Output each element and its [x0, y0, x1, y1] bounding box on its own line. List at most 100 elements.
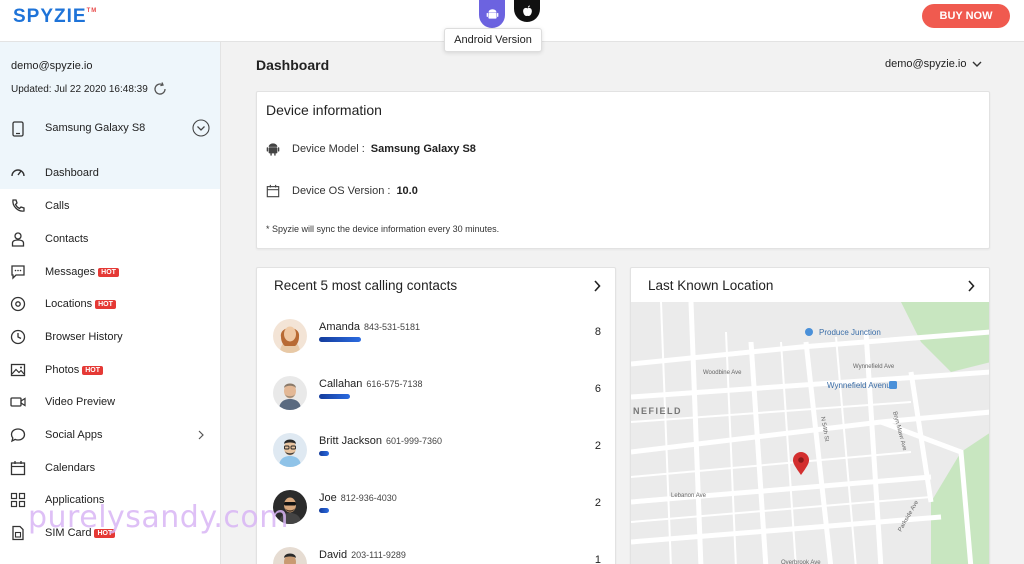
- map-label-st1: Wynnefield Ave: [853, 364, 895, 370]
- device-os-label: Device OS Version :: [292, 185, 391, 197]
- nav-social-apps[interactable]: Social Apps: [0, 419, 220, 451]
- chevron-right-icon[interactable]: [967, 280, 975, 292]
- watermark: purelysandy.com: [28, 500, 289, 535]
- contact-phone: 812-936-4030: [340, 493, 397, 503]
- nav-label: Messages: [45, 266, 96, 278]
- chevron-right-icon: [198, 430, 204, 440]
- device-information-title: Device information: [266, 102, 382, 118]
- contact-name-line: Britt Jackson 601-999-7360: [319, 435, 442, 447]
- contact-name: Britt Jackson: [319, 435, 382, 447]
- last-updated-text: Updated: Jul 22 2020 16:48:39: [11, 83, 148, 95]
- nav-label: Locations: [45, 298, 93, 310]
- nav-photos[interactable]: Photos HOT: [0, 354, 220, 386]
- refresh-icon[interactable]: [152, 81, 168, 97]
- nav-label: Calendars: [45, 462, 96, 474]
- map-label-area: NEFIELD: [633, 406, 682, 416]
- nav-dashboard[interactable]: Dashboard: [0, 157, 220, 189]
- message-icon: [11, 265, 25, 280]
- location-icon: [10, 296, 26, 312]
- last-updated: Updated: Jul 22 2020 16:48:39: [11, 81, 168, 97]
- call-frequency-bar: [319, 394, 350, 399]
- logo-text: SPYZIE: [13, 6, 87, 27]
- image-icon: [10, 363, 26, 377]
- user-email: demo@spyzie.io: [885, 58, 967, 70]
- contact-phone: 616-575-7138: [366, 379, 423, 389]
- chevron-right-icon[interactable]: [593, 280, 601, 292]
- contact-row[interactable]: Callahan 616-575-7138 6: [273, 376, 603, 416]
- android-version-button[interactable]: [479, 0, 505, 28]
- chat-bubble-icon: [10, 428, 26, 443]
- avatar: [273, 376, 307, 410]
- contact-name-line: Callahan 616-575-7138: [319, 378, 422, 390]
- call-frequency-bar: [319, 337, 361, 342]
- nav-label-wrap: Photos HOT: [45, 364, 104, 376]
- android-icon: [266, 143, 280, 156]
- call-count: 8: [594, 326, 601, 338]
- contact-row[interactable]: Britt Jackson 601-999-7360 2: [273, 433, 603, 473]
- account-email: demo@spyzie.io: [11, 60, 93, 72]
- nav-video-preview[interactable]: Video Preview: [0, 386, 220, 418]
- spyzie-logo[interactable]: SPYZIETM: [13, 6, 97, 28]
- location-map[interactable]: Produce Junction Wynnefield Avenue NEFIE…: [631, 301, 989, 564]
- calling-contacts-title: Recent 5 most calling contacts: [274, 278, 458, 293]
- nav-label-wrap: Messages HOT: [45, 266, 119, 278]
- android-icon: [486, 8, 498, 19]
- contact-name: Callahan: [319, 378, 363, 390]
- hot-badge: HOT: [95, 299, 116, 309]
- sync-note: * Spyzie will sync the device informatio…: [266, 224, 500, 234]
- ios-version-button[interactable]: [514, 0, 540, 22]
- device-os-row: Device OS Version : 10.0: [266, 184, 418, 198]
- call-frequency-bar: [319, 508, 329, 513]
- person-icon: [11, 232, 25, 247]
- nav-browser-history[interactable]: Browser History: [0, 321, 220, 353]
- device-name: Samsung Galaxy S8: [45, 122, 146, 134]
- apple-icon: [522, 5, 532, 17]
- avatar: [273, 547, 307, 564]
- sidebar: demo@spyzie.io Updated: Jul 22 2020 16:4…: [0, 42, 221, 564]
- nav-label: Contacts: [45, 233, 89, 245]
- contact-phone: 601-999-7360: [385, 436, 443, 446]
- map-label-poi2: Wynnefield Avenue: [827, 381, 896, 390]
- device-information-card: Device information Device Model : Samsun…: [256, 91, 990, 249]
- last-known-location-card: Last Known Location Produce Junction Wyn…: [630, 267, 990, 564]
- call-count: 2: [594, 440, 601, 452]
- nav-label: Video Preview: [45, 396, 116, 408]
- contact-row[interactable]: David 203-111-9289 1: [273, 547, 603, 564]
- nav-label: Calls: [45, 200, 70, 212]
- contact-row[interactable]: Joe 812-936-4030 2: [273, 490, 603, 530]
- nav-locations[interactable]: Locations HOT: [0, 288, 220, 320]
- android-version-tooltip: Android Version: [444, 28, 542, 52]
- user-menu[interactable]: demo@spyzie.io: [885, 58, 982, 70]
- clock-icon: [10, 329, 26, 345]
- call-frequency-bar: [319, 451, 329, 456]
- nav-calendars[interactable]: Calendars: [0, 452, 220, 484]
- logo-trademark: TM: [86, 8, 98, 14]
- contact-name-line: Joe 812-936-4030: [319, 492, 397, 504]
- calendar-icon: [266, 184, 280, 198]
- hot-badge: HOT: [98, 267, 119, 277]
- device-selector[interactable]: Samsung Galaxy S8: [0, 114, 220, 144]
- sim-card-icon: [12, 525, 24, 541]
- device-os-value: 10.0: [396, 185, 418, 197]
- transit-icon: [889, 381, 897, 389]
- apps-grid-icon: [10, 492, 26, 508]
- video-icon: [10, 397, 26, 407]
- dashboard-icon: [11, 169, 25, 177]
- hot-badge: HOT: [82, 365, 104, 375]
- nav-label-wrap: Locations HOT: [45, 298, 116, 310]
- nav-calls[interactable]: Calls: [0, 190, 220, 222]
- phone-device-icon: [12, 121, 24, 137]
- contact-row[interactable]: Amanda 843-531-5181 8: [273, 319, 603, 359]
- contact-name: Joe: [319, 492, 337, 504]
- chevron-down-icon: [972, 61, 982, 67]
- calendar-icon: [10, 461, 26, 476]
- recent-calling-contacts-card: Recent 5 most calling contacts Amanda 843…: [256, 267, 616, 564]
- buy-now-button[interactable]: BUY NOW: [922, 4, 1010, 28]
- nav-contacts[interactable]: Contacts: [0, 223, 220, 255]
- contact-name: David: [319, 549, 348, 561]
- chevron-down-circle-icon[interactable]: [192, 119, 210, 137]
- nav-label: Browser History: [45, 331, 123, 343]
- avatar: [273, 433, 307, 467]
- nav-messages[interactable]: Messages HOT: [0, 256, 220, 288]
- contact-phone: 203-111-9289: [351, 550, 406, 560]
